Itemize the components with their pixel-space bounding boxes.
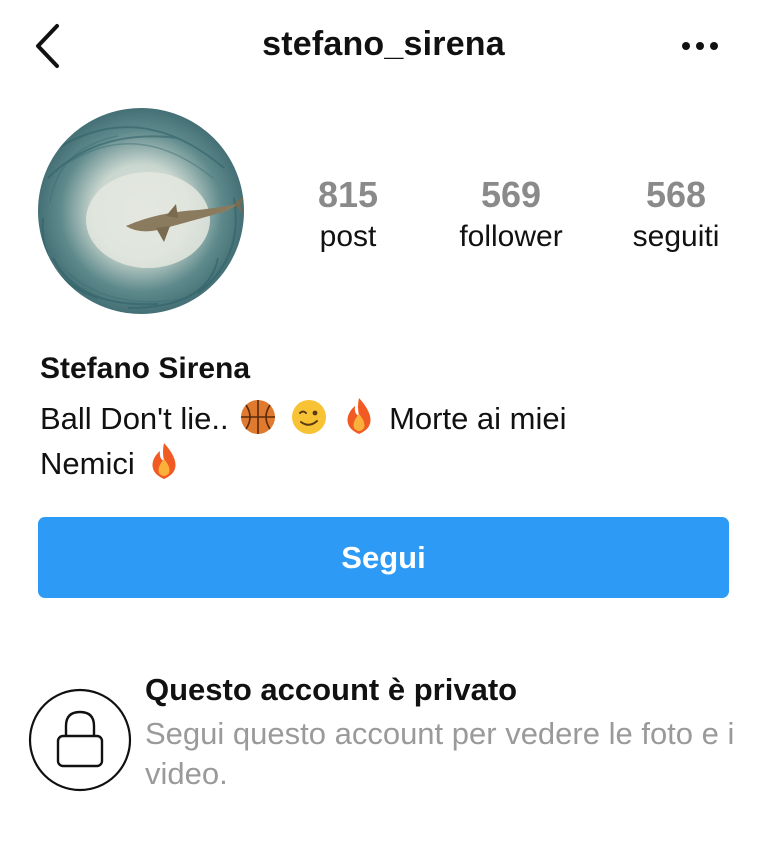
posts-count-label: post — [319, 220, 377, 253]
fire-icon — [152, 443, 176, 479]
private-account-description: Segui questo account per vedere le foto … — [145, 716, 735, 791]
more-horizontal-icon — [682, 42, 718, 50]
display-name: Stefano Sirena — [40, 352, 251, 385]
basketball-icon — [241, 400, 276, 434]
private-account-title: Questo account è privato — [145, 672, 518, 707]
bio-text-2: Morte ai miei — [389, 401, 567, 436]
profile-username-title: stefano_sirena — [262, 25, 505, 63]
bio-text: Ball Don't lie.. — [40, 401, 229, 436]
posts-count-value: 815 — [317, 174, 379, 215]
followers-count-label: follower — [459, 220, 563, 253]
lock-icon — [28, 688, 132, 792]
fire-icon — [347, 398, 371, 434]
bio: Ball Don't lie.. Morte ai miei Nemici — [40, 396, 680, 486]
winking-face-icon — [291, 400, 326, 434]
avatar[interactable] — [38, 108, 244, 314]
followers-count-value: 569 — [480, 174, 542, 215]
following-count[interactable]: 568 seguiti — [596, 173, 756, 257]
more-options-button[interactable] — [678, 36, 722, 56]
shark-among-fish-photo — [38, 108, 244, 314]
following-count-label: seguiti — [632, 220, 720, 253]
follow-button[interactable]: Segui — [38, 517, 729, 598]
posts-count[interactable]: 815 post — [268, 173, 428, 257]
bio-text-3: Nemici — [40, 446, 135, 481]
following-count-value: 568 — [645, 174, 707, 215]
top-bar: stefano_sirena — [0, 0, 767, 92]
followers-count[interactable]: 569 follower — [431, 173, 591, 257]
